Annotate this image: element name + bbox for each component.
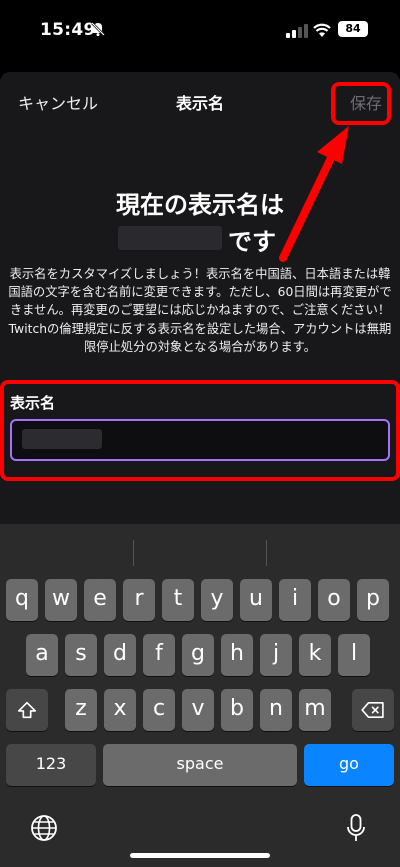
key-k[interactable]: k xyxy=(299,634,331,676)
edit-display-name-sheet: キャンセル 表示名 保存 現在の表示名は です 表示名をカスタマイズしましょう！… xyxy=(0,72,400,532)
keyboard: q w e r t y u i o p a s d f g h j k l z … xyxy=(0,524,400,867)
display-name-value-redacted xyxy=(22,429,102,449)
current-name-redacted xyxy=(118,226,222,250)
current-name-suffix: です xyxy=(228,228,276,256)
key-w[interactable]: w xyxy=(45,579,77,621)
suggestion-divider xyxy=(266,540,267,566)
bell-mute-icon xyxy=(91,22,105,37)
backspace-key[interactable] xyxy=(352,689,394,731)
key-j[interactable]: j xyxy=(260,634,292,676)
key-c[interactable]: c xyxy=(143,689,175,731)
key-y[interactable]: y xyxy=(201,579,233,621)
key-i[interactable]: i xyxy=(279,579,311,621)
status-time: 15:49 xyxy=(40,20,96,40)
save-highlight-box xyxy=(331,82,391,125)
home-indicator xyxy=(130,853,270,858)
shift-key[interactable] xyxy=(6,689,48,731)
wifi-icon xyxy=(313,23,331,37)
key-s[interactable]: s xyxy=(65,634,97,676)
display-name-label: 表示名 xyxy=(10,394,56,412)
current-name-heading: 現在の表示名は xyxy=(116,191,284,219)
key-b[interactable]: b xyxy=(221,689,253,731)
key-u[interactable]: u xyxy=(240,579,272,621)
key-v[interactable]: v xyxy=(182,689,214,731)
backspace-icon xyxy=(361,701,384,719)
description-text: 表示名をカスタマイズしましょう！表示名を中国語、日本語または韓国語の文字を含む名… xyxy=(8,267,392,354)
key-r[interactable]: r xyxy=(123,579,155,621)
battery-indicator: 84 xyxy=(338,21,368,37)
key-m[interactable]: m xyxy=(299,689,331,731)
key-e[interactable]: e xyxy=(84,579,116,621)
status-bar: 15:49 84 xyxy=(0,0,400,60)
key-z[interactable]: z xyxy=(65,689,97,731)
suggestion-divider xyxy=(133,540,134,566)
key-d[interactable]: d xyxy=(104,634,136,676)
key-n[interactable]: n xyxy=(260,689,292,731)
globe-icon[interactable] xyxy=(30,814,58,842)
numbers-key[interactable]: 123 xyxy=(6,744,96,786)
current-name-line: です xyxy=(0,222,400,256)
go-key[interactable]: go xyxy=(304,744,394,786)
sheet-header: キャンセル 表示名 保存 xyxy=(0,72,400,128)
key-a[interactable]: a xyxy=(26,634,58,676)
key-p[interactable]: p xyxy=(357,579,389,621)
key-f[interactable]: f xyxy=(143,634,175,676)
key-x[interactable]: x xyxy=(104,689,136,731)
space-key[interactable]: space xyxy=(103,744,297,786)
key-h[interactable]: h xyxy=(221,634,253,676)
microphone-icon[interactable] xyxy=(346,814,366,842)
key-o[interactable]: o xyxy=(318,579,350,621)
shift-icon xyxy=(17,701,37,719)
key-q[interactable]: q xyxy=(6,579,38,621)
key-l[interactable]: l xyxy=(338,634,370,676)
key-g[interactable]: g xyxy=(182,634,214,676)
display-name-input[interactable] xyxy=(10,419,390,461)
signal-icon xyxy=(286,24,308,38)
key-t[interactable]: t xyxy=(162,579,194,621)
